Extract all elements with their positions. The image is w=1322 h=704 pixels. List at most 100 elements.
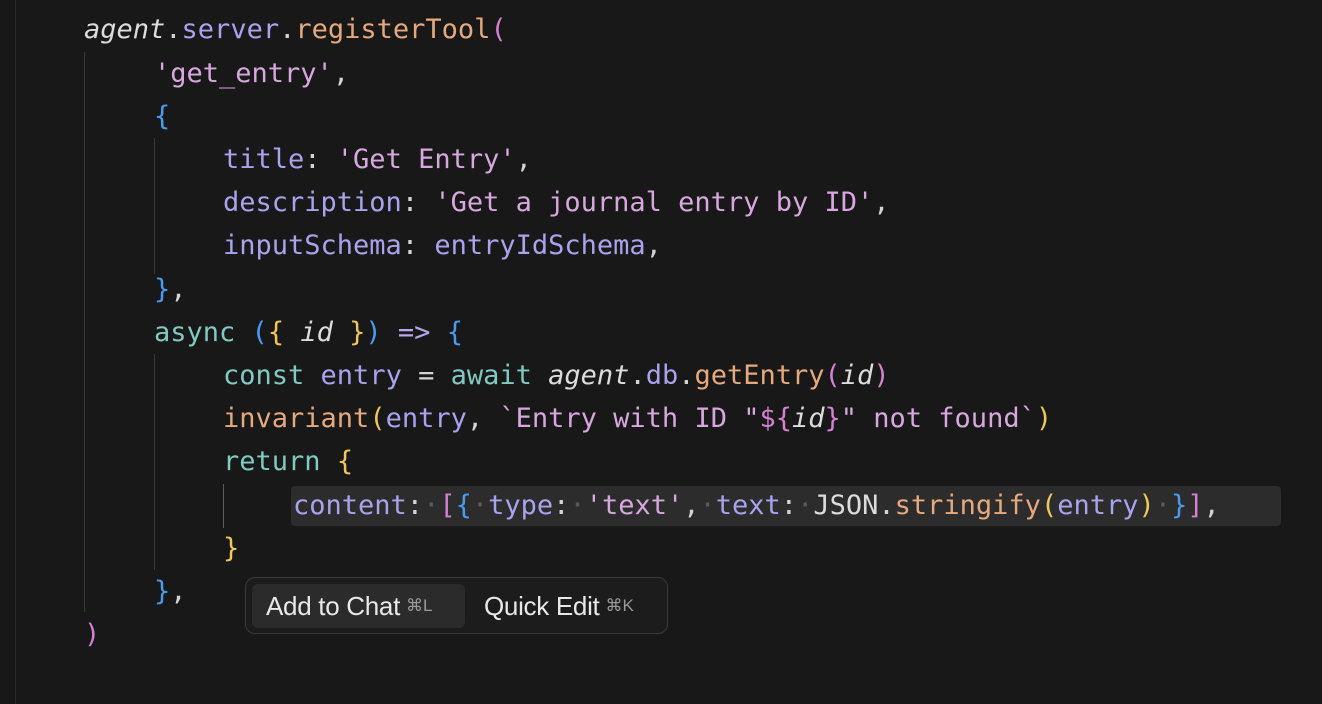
code-token: } — [154, 274, 171, 305]
code-token: id — [300, 317, 333, 348]
code-token: . — [678, 360, 695, 391]
code-token: entryIdSchema — [434, 230, 646, 261]
code-token: { — [455, 490, 472, 521]
code-line[interactable]: const entry = await agent.db.getEntry(id… — [223, 356, 890, 396]
code-token: text — [715, 490, 781, 521]
code-token: . — [629, 360, 646, 391]
code-token: async — [154, 317, 236, 348]
code-token: : — [406, 490, 424, 521]
code-token: ( — [251, 317, 268, 348]
code-token: , — [645, 230, 662, 261]
code-token: `Entry with ID " — [499, 403, 760, 434]
code-token: id — [840, 360, 874, 391]
code-line[interactable]: content:·[{·type:·'text',·text:·JSON.str… — [293, 486, 1220, 526]
code-token: invariant — [223, 403, 370, 434]
code-editor[interactable]: agent.server.registerTool('get_entry', { t… — [0, 0, 1322, 704]
code-token: description — [223, 187, 402, 218]
code-line[interactable]: inputSchema: entryIdSchema, — [223, 226, 662, 266]
code-token: ( — [824, 360, 841, 391]
code-token: { — [154, 101, 171, 132]
quick-edit-shortcut: ⌘K — [605, 596, 634, 615]
code-token: title — [223, 144, 305, 175]
code-token: ) — [1035, 403, 1053, 434]
code-token: } — [1171, 490, 1188, 521]
code-token: : — [780, 490, 798, 521]
code-token: , — [683, 490, 700, 521]
code-token: , — [515, 144, 532, 175]
code-line[interactable]: description: 'Get a journal entry by ID'… — [223, 183, 890, 223]
code-token: entry — [320, 360, 402, 391]
code-token: , — [332, 58, 350, 89]
code-token: agent — [548, 360, 630, 391]
code-token: const — [223, 360, 305, 391]
code-token: await — [450, 360, 532, 391]
code-line[interactable]: agent.server.registerTool( — [84, 10, 507, 50]
code-token: · — [797, 490, 814, 521]
code-token: , — [466, 403, 500, 434]
quick-edit-button[interactable]: Quick Edit ⌘K — [470, 584, 660, 628]
code-token: ( — [369, 403, 386, 434]
code-token: : — [553, 490, 570, 521]
code-token: , — [170, 576, 187, 607]
editor-gutter-border — [15, 0, 16, 704]
code-token: ) — [365, 317, 382, 348]
code-token: } — [824, 403, 841, 434]
code-token: : — [401, 187, 435, 218]
code-token: · — [1154, 490, 1172, 521]
code-token: 'Get Entry' — [336, 144, 516, 175]
code-token: } — [349, 317, 366, 348]
code-token: , — [1203, 490, 1220, 521]
code-line[interactable]: { — [154, 97, 170, 137]
code-line[interactable]: return { — [223, 442, 353, 482]
code-token: } — [223, 533, 240, 564]
code-token: JSON — [813, 490, 879, 521]
code-token: { — [267, 317, 285, 348]
code-token: 'Get a journal entry by ID' — [434, 187, 874, 218]
code-token: · — [423, 490, 440, 521]
code-line[interactable]: invariant(entry, `Entry with ID "${id}" … — [223, 399, 1052, 439]
quick-edit-label: Quick Edit — [484, 590, 600, 621]
code-token: ] — [1187, 490, 1204, 521]
code-token: . — [165, 14, 182, 45]
code-token: agent — [84, 14, 166, 45]
code-token: : — [401, 230, 435, 261]
code-token: registerTool — [295, 14, 491, 45]
code-token: [ — [439, 490, 456, 521]
code-token: , — [873, 187, 890, 218]
code-token: db — [645, 360, 679, 391]
code-token: . — [279, 14, 296, 45]
code-token: { — [336, 446, 354, 477]
code-line[interactable]: 'get_entry', — [154, 54, 349, 94]
indent-guide — [154, 138, 155, 274]
code-line[interactable]: ) — [84, 615, 100, 655]
code-token: · — [471, 490, 489, 521]
code-line[interactable]: } — [223, 529, 239, 569]
code-token: : — [304, 144, 337, 175]
code-token: return — [223, 446, 321, 477]
code-token: id — [791, 403, 825, 434]
code-token: ) — [873, 360, 890, 391]
code-line[interactable]: }, — [154, 572, 187, 612]
add-to-chat-shortcut: ⌘L — [406, 596, 433, 615]
indent-guide — [84, 52, 85, 612]
code-token: ( — [1040, 490, 1058, 521]
code-token: = — [401, 360, 451, 391]
code-line[interactable]: async ({ id }) => { — [154, 313, 463, 353]
code-token: getEntry — [694, 360, 825, 391]
code-token: inputSchema — [223, 230, 402, 261]
code-line[interactable]: }, — [154, 270, 187, 310]
code-token: ) — [1138, 490, 1155, 521]
add-to-chat-button[interactable]: Add to Chat ⌘L — [252, 584, 465, 628]
code-token: " not found` — [840, 403, 1036, 434]
code-token: 'text' — [585, 490, 684, 521]
code-line[interactable]: title: 'Get Entry', — [223, 140, 532, 180]
code-token: . — [878, 490, 895, 521]
